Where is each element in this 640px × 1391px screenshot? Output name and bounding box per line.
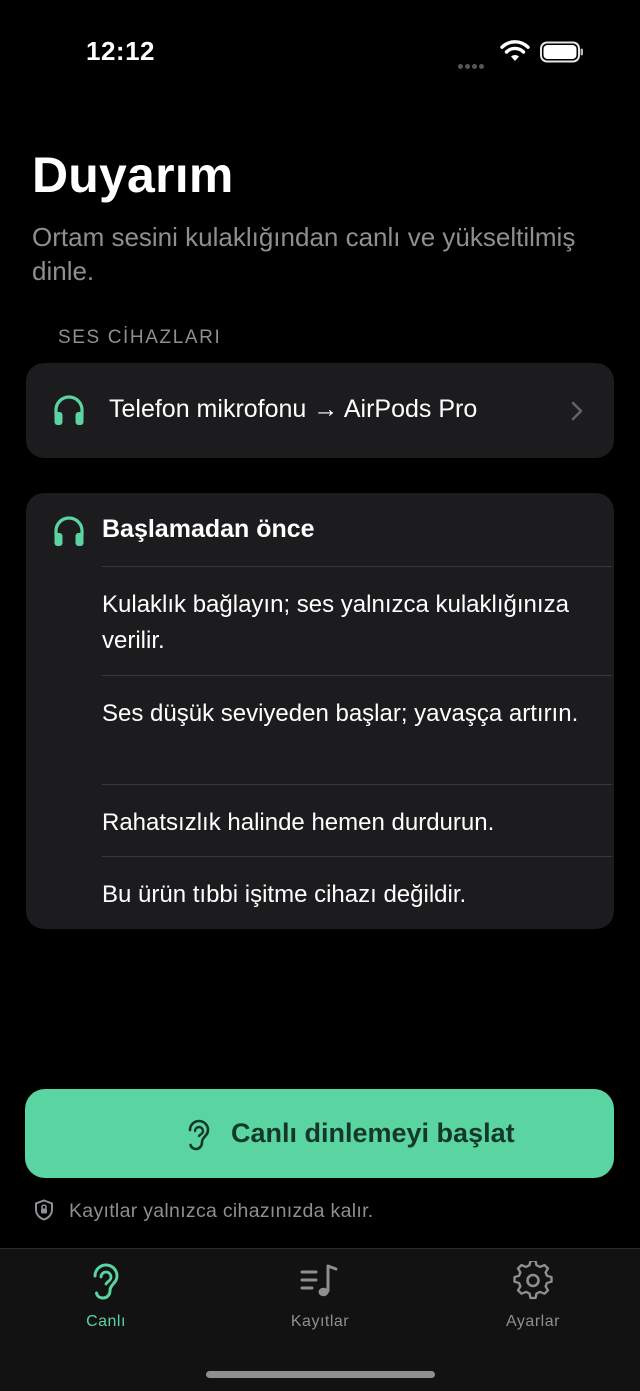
status-time: 12:12 (86, 36, 155, 66)
audio-route-row[interactable]: Telefon mikrofonu → AirPods Pro (26, 363, 614, 458)
headphones-icon (54, 395, 84, 425)
info-item: Rahatsızlık halinde hemen durdurun. (102, 784, 612, 841)
page-title: Duyarım (32, 147, 234, 203)
info-item: Kulaklık bağlayın; ses yalnızca kulaklığ… (102, 566, 612, 659)
before-start-title: Başlamadan önce (102, 515, 315, 543)
tab-recordings[interactable]: Kayıtlar (260, 1261, 380, 1341)
audio-route-label: Telefon mikrofonu → AirPods Pro (109, 395, 478, 423)
before-start-card: Başlamadan önce Kulaklık bağlayın; ses y… (26, 493, 614, 929)
ear-icon (93, 1263, 119, 1300)
chevron-right-icon (571, 401, 583, 421)
section-label-audio-devices: SES CİHAZLARI (58, 327, 222, 348)
info-item: Bu ürün tıbbi işitme cihazı değildir. (102, 856, 612, 913)
tab-settings[interactable]: Ayarlar (473, 1261, 593, 1341)
start-live-listening-button[interactable]: Canlı dinlemeyi başlat (25, 1089, 614, 1178)
battery-icon (540, 41, 583, 63)
music-list-icon (300, 1264, 338, 1297)
headphones-icon (54, 516, 84, 546)
tab-recordings-label: Kayıtlar (290, 1313, 350, 1330)
tab-live[interactable]: Canlı (46, 1261, 166, 1341)
signal-dots-icon (458, 56, 492, 69)
wifi-icon (500, 40, 530, 61)
status-bar: 12:12 (0, 0, 640, 100)
shield-icon (35, 1199, 53, 1221)
page-subtitle: Ortam sesini kulaklığından canlı ve yüks… (32, 222, 576, 286)
ear-icon (188, 1119, 210, 1151)
tab-bar: Canlı Kayıtlar Ayarlar (0, 1248, 640, 1391)
tab-settings-label: Ayarlar (506, 1313, 560, 1330)
privacy-note-text: Kayıtlar yalnızca cihazınızda kalır. (69, 1200, 374, 1222)
home-indicator[interactable] (206, 1371, 435, 1378)
info-item: Ses düşük seviyeden başlar; yavaşça artı… (102, 675, 612, 732)
gear-icon (513, 1261, 553, 1300)
start-live-listening-label: Canlı dinlemeyi başlat (231, 1118, 515, 1148)
tab-live-label: Canlı (86, 1313, 126, 1330)
